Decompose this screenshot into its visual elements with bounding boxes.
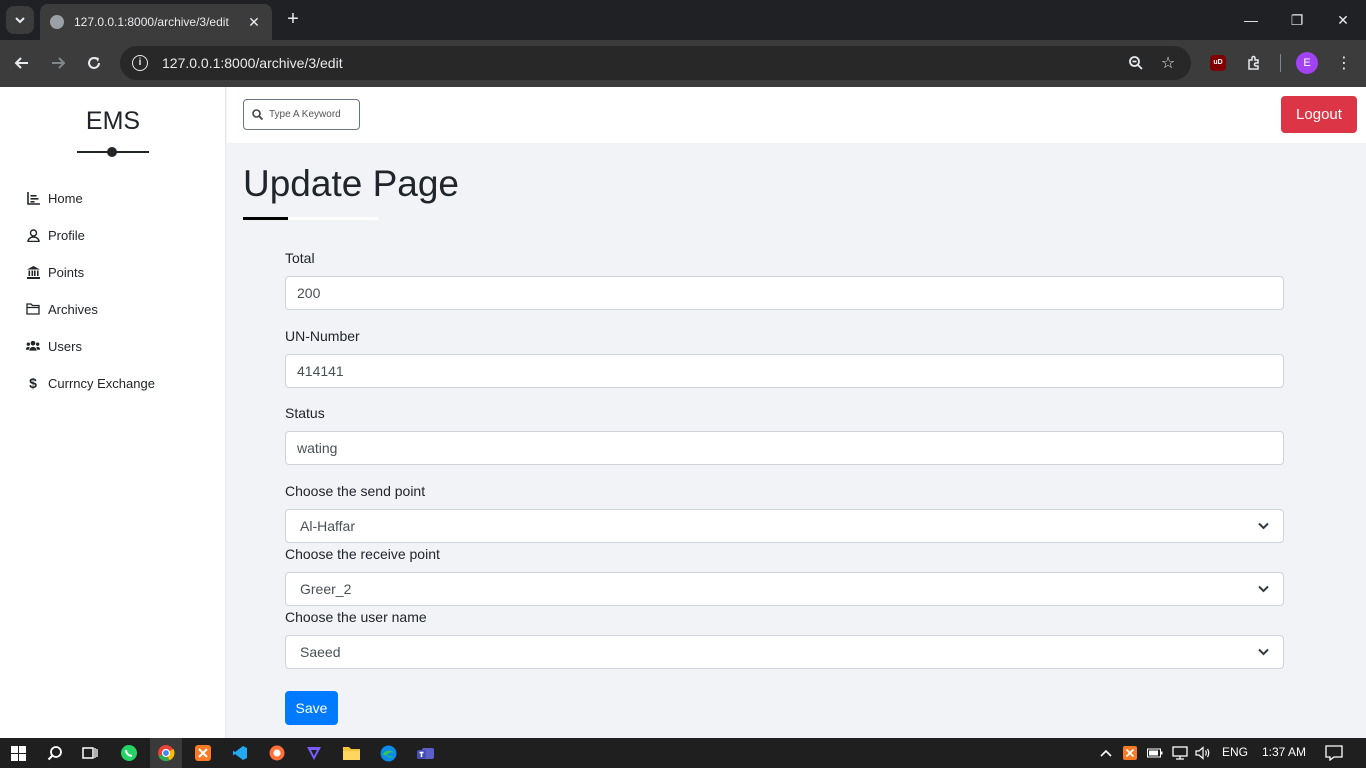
un-number-label: UN-Number <box>285 328 360 344</box>
user-name-select[interactable]: Saeed <box>285 635 1284 669</box>
task-view-icon[interactable] <box>78 741 102 765</box>
browser-toolbar: i 127.0.0.1:8000/archive/3/edit ☆ uD E ⋮ <box>0 40 1366 87</box>
vscode-icon[interactable] <box>228 741 252 765</box>
app-triangle-icon[interactable] <box>302 741 326 765</box>
language-indicator[interactable]: ENG <box>1222 745 1248 759</box>
browser-tab[interactable]: 127.0.0.1:8000/archive/3/edit ✕ <box>40 4 272 40</box>
sidebar-item-label: Users <box>48 338 82 354</box>
search-box[interactable] <box>243 99 360 130</box>
chevron-up-icon[interactable] <box>1096 741 1116 765</box>
search-input[interactable] <box>269 109 349 120</box>
logout-button[interactable]: Logout <box>1281 96 1357 133</box>
network-icon[interactable] <box>1170 741 1190 765</box>
close-window-button[interactable]: ✕ <box>1320 0 1366 40</box>
chevron-down-icon <box>1258 648 1269 656</box>
forward-button[interactable] <box>43 48 73 78</box>
bank-icon <box>26 265 40 279</box>
address-bar[interactable]: i 127.0.0.1:8000/archive/3/edit ☆ <box>120 46 1191 80</box>
volume-icon[interactable] <box>1193 741 1213 765</box>
sidebar-item-profile[interactable]: Profile <box>26 223 85 247</box>
title-underline <box>243 217 288 220</box>
battery-icon[interactable] <box>1145 741 1165 765</box>
new-tab-button[interactable]: + <box>282 8 304 32</box>
brand-divider-dot <box>107 147 117 157</box>
back-button[interactable] <box>7 48 37 78</box>
sidebar-item-label: Currncy Exchange <box>48 375 155 391</box>
notification-icon[interactable] <box>1322 741 1346 765</box>
toolbar-divider <box>1280 54 1281 72</box>
receive-point-select[interactable]: Greer_2 <box>285 572 1284 606</box>
whatsapp-icon[interactable] <box>117 741 141 765</box>
save-button[interactable]: Save <box>285 691 338 725</box>
arrow-right-icon <box>52 57 66 69</box>
extensions-puzzle-icon[interactable] <box>1241 50 1267 76</box>
site-info-icon[interactable]: i <box>132 55 148 71</box>
search-icon[interactable] <box>43 741 67 765</box>
folder-icon <box>26 302 40 316</box>
browser-menu-kebab-icon[interactable]: ⋮ <box>1331 50 1357 76</box>
un-number-input[interactable]: 414141 <box>285 354 1284 388</box>
sidebar-item-archives[interactable]: Archives <box>26 297 98 321</box>
ublock-extension-icon[interactable]: uD <box>1205 50 1231 76</box>
globe-icon <box>50 15 64 29</box>
sidebar-item-points[interactable]: Points <box>26 260 84 284</box>
browser-tab-bar: 127.0.0.1:8000/archive/3/edit ✕ + — ❐ ✕ <box>0 0 1366 40</box>
close-tab-icon[interactable]: ✕ <box>246 14 262 31</box>
receive-point-label: Choose the receive point <box>285 546 440 562</box>
users-icon <box>26 339 40 353</box>
sidebar-item-label: Points <box>48 264 85 280</box>
chrome-icon[interactable] <box>154 741 178 765</box>
xampp-icon[interactable] <box>191 741 215 765</box>
chevron-down-icon <box>15 17 25 24</box>
status-input[interactable]: wating <box>285 431 1284 465</box>
sidebar-item-label: Profile <box>48 227 85 243</box>
xampp-tray-icon[interactable] <box>1120 741 1140 765</box>
address-url[interactable]: 127.0.0.1:8000/archive/3/edit <box>162 55 343 71</box>
receive-point-value: Greer_2 <box>300 581 352 597</box>
profile-avatar[interactable]: E <box>1294 50 1320 76</box>
bookmark-star-icon[interactable]: ☆ <box>1156 46 1180 80</box>
os-taskbar: ENG 1:37 AM <box>0 738 1366 768</box>
file-explorer-icon[interactable] <box>339 741 363 765</box>
tab-title: 127.0.0.1:8000/archive/3/edit <box>74 15 229 29</box>
zoom-icon[interactable] <box>1124 46 1148 80</box>
restore-button[interactable]: ❐ <box>1274 0 1320 40</box>
send-point-label: Choose the send point <box>285 483 426 499</box>
arrow-left-icon <box>14 57 28 69</box>
total-input[interactable]: 200 <box>285 276 1284 310</box>
web-page: EMS Home Profile Points Archives Users $… <box>0 87 1366 738</box>
page-title: Update Page <box>243 163 460 204</box>
send-point-value: Al-Haffar <box>300 518 355 534</box>
reload-button[interactable] <box>79 48 109 78</box>
user-icon <box>26 228 40 242</box>
app-orange-icon[interactable] <box>265 741 289 765</box>
chart-icon <box>26 191 40 205</box>
chevron-down-icon <box>1258 585 1269 593</box>
clock-time[interactable]: 1:37 AM <box>1262 745 1306 759</box>
teams-icon[interactable] <box>413 741 437 765</box>
chevron-down-icon <box>1258 522 1269 530</box>
windows-start-icon[interactable] <box>6 741 30 765</box>
total-label: Total <box>285 250 315 266</box>
user-name-value: Saeed <box>300 644 341 660</box>
search-icon <box>252 109 263 120</box>
sidebar-item-users[interactable]: Users <box>26 334 82 358</box>
send-point-select[interactable]: Al-Haffar <box>285 509 1284 543</box>
top-bar: Logout <box>227 87 1366 143</box>
sidebar-item-label: Home <box>48 190 83 206</box>
sidebar-item-label: Archives <box>48 301 98 317</box>
user-name-label: Choose the user name <box>285 609 427 625</box>
reload-icon <box>88 57 100 69</box>
sidebar: EMS Home Profile Points Archives Users $… <box>0 87 226 738</box>
sidebar-item-currency-exchange[interactable]: $ Currncy Exchange <box>26 371 155 395</box>
minimize-button[interactable]: — <box>1228 0 1274 40</box>
edge-icon[interactable] <box>376 741 400 765</box>
dollar-icon: $ <box>29 375 37 391</box>
brand-title: EMS <box>85 107 141 135</box>
title-underline-accent <box>288 217 378 220</box>
tab-search-button[interactable] <box>6 6 34 34</box>
sidebar-item-home[interactable]: Home <box>26 186 83 210</box>
status-label: Status <box>285 405 325 421</box>
